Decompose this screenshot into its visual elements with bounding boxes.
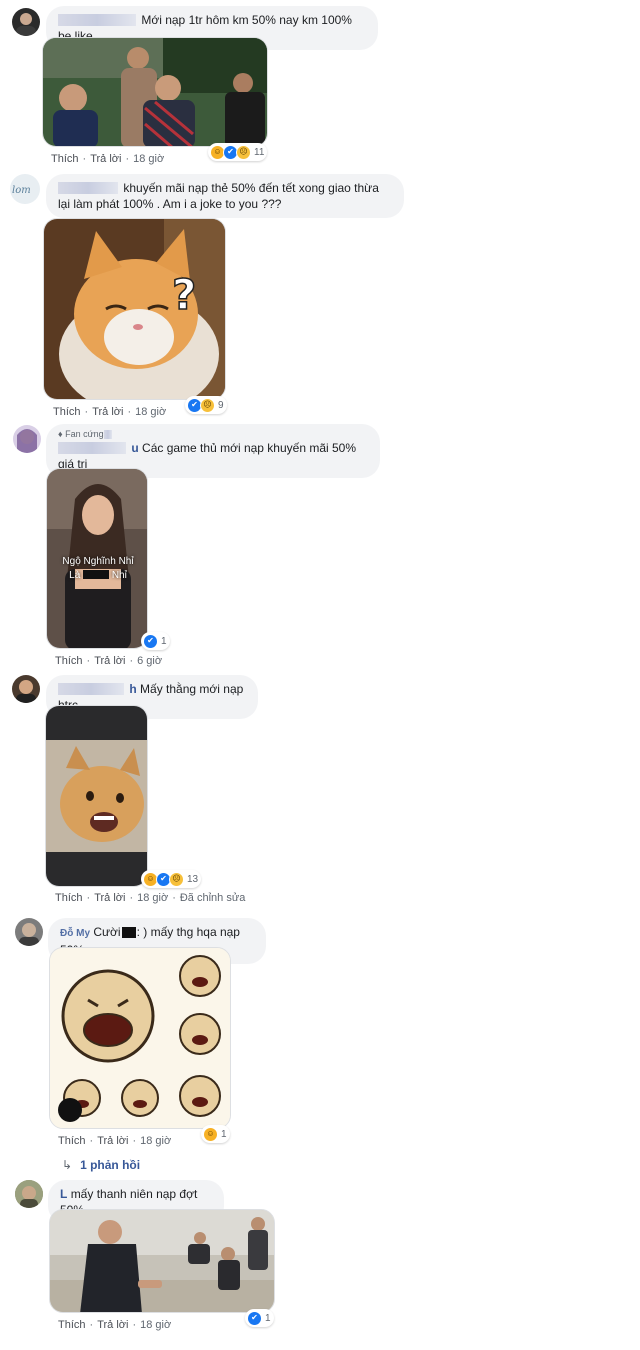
- comment-image[interactable]: Ngộ Nghĩnh Nhỉ Là Nhỉ: [46, 468, 148, 649]
- sad-icon: ☹: [200, 397, 215, 413]
- edited-label[interactable]: Đã chỉnh sửa: [180, 892, 245, 904]
- blurred-name: [58, 442, 126, 454]
- reply-link[interactable]: Trả lời: [90, 153, 121, 165]
- like-icon: ✔: [247, 1310, 262, 1326]
- separator: ·: [129, 892, 134, 904]
- reply-arrow-icon: ↳: [62, 1158, 73, 1172]
- redaction-bar: [83, 570, 110, 579]
- avatar[interactable]: lom: [10, 174, 40, 204]
- caption-line: Ngộ Nghĩnh Nhỉ: [62, 556, 134, 567]
- separator: ·: [129, 655, 134, 667]
- fan-badge: ♦ Fan cứng: [58, 428, 368, 440]
- comment-actions: Thích · Trả lời · 18 giờ: [51, 153, 164, 165]
- comment-bubble: khuyến mãi nạp thẻ 50% đến tết xong giao…: [46, 174, 404, 218]
- comment-actions: Thích · Trả lời · 18 giờ · Đã chỉnh sửa: [55, 892, 245, 904]
- blurred-text: [103, 430, 112, 439]
- comment-actions: Thích · Trả lời · 6 giờ: [55, 655, 162, 667]
- blurred-name: [58, 182, 118, 194]
- reply-link[interactable]: Trả lời: [94, 655, 125, 667]
- commenter-name[interactable]: h: [129, 682, 136, 696]
- separator: ·: [127, 406, 132, 418]
- separator: ·: [84, 406, 89, 418]
- comment-image[interactable]: ?: [43, 218, 226, 400]
- like-link[interactable]: Thích: [53, 406, 81, 418]
- separator: ·: [172, 892, 176, 904]
- like-link[interactable]: Thích: [58, 1319, 86, 1331]
- haha-icon: ☺: [203, 1126, 218, 1142]
- avatar[interactable]: [12, 8, 40, 36]
- like-link[interactable]: Thích: [55, 892, 83, 904]
- commenter-name[interactable]: L: [60, 1187, 67, 1201]
- blurred-name: [58, 14, 136, 26]
- comment-image[interactable]: [49, 1209, 275, 1313]
- sad-icon: ☹: [169, 871, 184, 887]
- like-link[interactable]: Thích: [55, 655, 83, 667]
- reaction-summary[interactable]: ✔ ☹ 9: [185, 396, 227, 414]
- caption-word: Là: [69, 570, 81, 581]
- like-icon: ✔: [143, 633, 158, 649]
- timestamp[interactable]: 18 giờ: [140, 1319, 171, 1331]
- reaction-count: 11: [254, 146, 265, 158]
- sad-icon: ☹: [236, 144, 251, 160]
- view-replies-link[interactable]: ↳ 1 phản hồi: [62, 1158, 140, 1172]
- avatar[interactable]: [15, 1180, 43, 1208]
- separator: ·: [86, 892, 91, 904]
- separator: ·: [89, 1319, 94, 1331]
- reaction-count: 1: [161, 635, 167, 647]
- blurred-name: [58, 683, 124, 695]
- timestamp[interactable]: 18 giờ: [135, 406, 166, 418]
- separator: ·: [86, 655, 91, 667]
- like-link[interactable]: Thích: [58, 1135, 86, 1147]
- reply-link[interactable]: Trả lời: [94, 892, 125, 904]
- comment-image[interactable]: [45, 705, 148, 887]
- reaction-count: 9: [218, 399, 224, 411]
- comment-actions: Thích · Trả lời · 18 giờ: [53, 406, 166, 418]
- reaction-summary[interactable]: ✔ 1: [245, 1309, 274, 1327]
- comment-actions: Thích · Trả lời · 18 giờ: [58, 1135, 171, 1147]
- timestamp[interactable]: 18 giờ: [137, 892, 168, 904]
- reaction-summary[interactable]: ✔ 1: [141, 632, 170, 650]
- reaction-summary[interactable]: ☺ 1: [201, 1125, 230, 1143]
- timestamp[interactable]: 18 giờ: [140, 1135, 171, 1147]
- reaction-count: 1: [221, 1128, 227, 1140]
- separator: ·: [82, 153, 87, 165]
- reply-link[interactable]: Trả lời: [97, 1319, 128, 1331]
- caption-word: Nhỉ: [111, 570, 127, 581]
- reaction-count: 13: [187, 873, 199, 885]
- timestamp[interactable]: 18 giờ: [133, 153, 164, 165]
- avatar[interactable]: [13, 425, 41, 453]
- comment-image[interactable]: [49, 947, 231, 1129]
- media-caption: Ngộ Nghĩnh Nhỉ Là Nhỉ: [47, 555, 147, 583]
- avatar[interactable]: [12, 675, 40, 703]
- redaction-bar: [121, 927, 136, 938]
- comment-image[interactable]: [42, 37, 268, 147]
- comment-actions: Thích · Trả lời · 18 giờ: [58, 1319, 171, 1331]
- commenter-name[interactable]: u: [131, 441, 138, 455]
- avatar[interactable]: [15, 918, 43, 946]
- reaction-count: 1: [265, 1312, 271, 1324]
- svg-text:lom: lom: [12, 185, 31, 196]
- reaction-summary[interactable]: ☺ ✔ ☹ 11: [208, 143, 268, 161]
- separator: ·: [89, 1135, 94, 1147]
- separator: ·: [125, 153, 130, 165]
- timestamp[interactable]: 6 giờ: [137, 655, 162, 667]
- separator: ·: [132, 1135, 137, 1147]
- reaction-summary[interactable]: ☺ ✔ ☹ 13: [141, 870, 202, 888]
- commenter-name[interactable]: Đỗ My: [60, 928, 90, 939]
- comment-text: Cười: [93, 925, 121, 939]
- separator: ·: [132, 1319, 137, 1331]
- caption-line: Là Nhỉ: [47, 569, 147, 583]
- reply-link[interactable]: Trả lời: [97, 1135, 128, 1147]
- replies-count: 1 phản hồi: [80, 1158, 141, 1172]
- svg-text:?: ?: [172, 270, 196, 319]
- reply-link[interactable]: Trả lời: [92, 406, 123, 418]
- badge-label: Fan cứng: [65, 429, 104, 439]
- like-link[interactable]: Thích: [51, 153, 79, 165]
